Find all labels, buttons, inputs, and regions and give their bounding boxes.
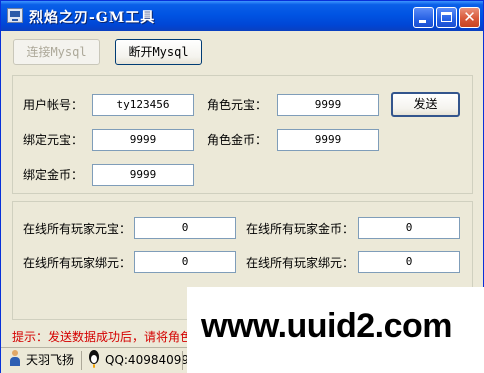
person-icon — [9, 350, 21, 366]
hint-text: 提示：发送数据成功后，请将角色 — [12, 330, 193, 344]
status-separator — [182, 351, 183, 370]
bound-gold-label: 绑定金币： — [23, 168, 84, 182]
maximize-icon — [441, 12, 452, 22]
status-separator — [81, 351, 82, 370]
all-ingot-input[interactable]: 0 — [134, 217, 236, 239]
account-label: 用户帐号： — [23, 98, 84, 112]
maximize-button[interactable] — [436, 7, 457, 28]
author-text: 天羽飞扬 — [26, 353, 75, 367]
all-bound-right-label: 在线所有玩家绑元： — [246, 256, 355, 270]
account-input[interactable]: ty123456 — [92, 94, 194, 116]
account-group: 用户帐号： ty123456 角色元宝： 9999 发送 绑定元宝： 9999 … — [12, 75, 473, 194]
window-title: 烈焰之刃-GM工具 — [29, 10, 156, 26]
all-bound-left-input[interactable]: 0 — [134, 251, 236, 273]
bound-gold-input[interactable]: 9999 — [92, 164, 194, 186]
disconnect-mysql-button[interactable]: 断开Mysql — [115, 39, 202, 65]
all-bound-left-label: 在线所有玩家绑元： — [23, 256, 132, 270]
watermark-text: www.uuid2.com — [201, 307, 453, 345]
close-icon: ✕ — [463, 8, 476, 26]
minimize-icon — [419, 20, 426, 23]
connect-mysql-button[interactable]: 连接Mysql — [13, 39, 100, 65]
all-gold-input[interactable]: 0 — [358, 217, 460, 239]
app-icon[interactable] — [7, 8, 23, 23]
all-ingot-label: 在线所有玩家元宝： — [23, 222, 132, 236]
close-button[interactable]: ✕ — [459, 7, 480, 28]
penguin-icon — [87, 350, 101, 366]
send-button[interactable]: 发送 — [391, 92, 460, 117]
minimize-button[interactable] — [413, 7, 434, 28]
role-ingot-input[interactable]: 9999 — [277, 94, 379, 116]
title-bar[interactable]: 烈焰之刃-GM工具 ✕ — [1, 1, 483, 31]
watermark: www.uuid2.com — [187, 287, 484, 373]
role-gold-label: 角色金币： — [207, 133, 268, 147]
role-ingot-label: 角色元宝： — [207, 98, 268, 112]
all-gold-label: 在线所有玩家金币： — [246, 222, 355, 236]
bound-ingot-label: 绑定元宝： — [23, 133, 84, 147]
all-bound-right-input[interactable]: 0 — [358, 251, 460, 273]
bound-ingot-input[interactable]: 9999 — [92, 129, 194, 151]
role-gold-input[interactable]: 9999 — [277, 129, 379, 151]
